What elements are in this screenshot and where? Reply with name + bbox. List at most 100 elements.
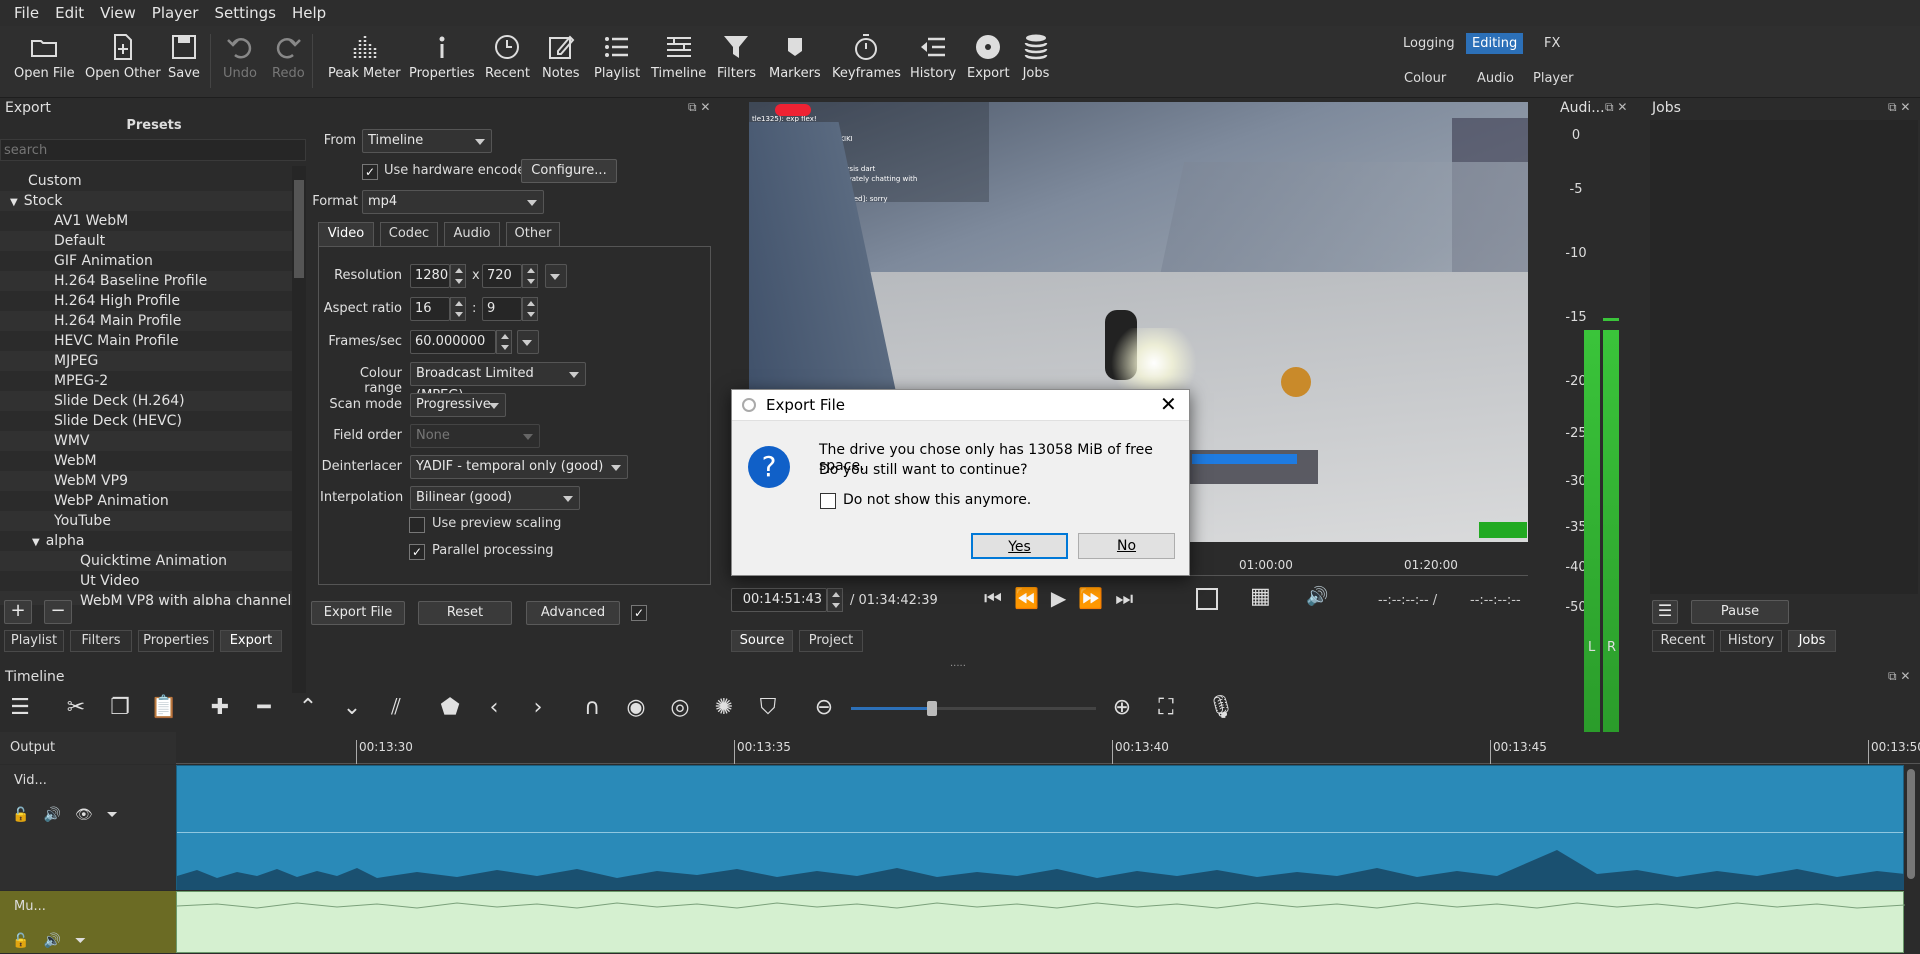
record-audio-icon[interactable]: 🎙 (1207, 694, 1235, 722)
preset-item[interactable]: H.264 Main Profile (0, 311, 292, 331)
marker-icon[interactable]: ⬟ (436, 694, 464, 722)
timecode-input[interactable]: 00:14:51:43 (731, 588, 827, 612)
from-select[interactable]: Timeline (362, 129, 492, 153)
preset-item[interactable]: Slide Deck (H.264) (0, 391, 292, 411)
add-preset-button[interactable]: + (4, 600, 32, 624)
lock-icon[interactable]: 🔓 (12, 933, 43, 949)
preset-item[interactable]: WebM VP9 (0, 471, 292, 491)
skip-previous-icon[interactable]: ⏮ (984, 586, 1014, 610)
fps-spinner[interactable] (496, 330, 512, 354)
jobs-button[interactable]: Jobs (1021, 32, 1051, 81)
reset-button[interactable]: Reset (418, 601, 512, 625)
do-not-show-checkbox[interactable] (820, 493, 836, 509)
tab-audio[interactable]: Audio (444, 222, 500, 246)
tab-recent[interactable]: Recent (1652, 630, 1714, 652)
lift-icon[interactable]: ⌃ (294, 694, 322, 722)
zoom-out-icon[interactable]: ⊖ (810, 694, 838, 722)
menu-player[interactable]: Player (144, 4, 207, 22)
skip-next-icon[interactable]: ⏭ (1115, 586, 1145, 610)
grid-icon[interactable]: ▦ (1250, 584, 1271, 609)
ripple-all-icon[interactable]: ✺ (710, 694, 738, 722)
video-clip[interactable] (176, 765, 1905, 890)
tab-other[interactable]: Other (506, 222, 560, 246)
no-button[interactable]: No (1078, 533, 1175, 559)
advanced-checkbox[interactable]: ✓ (631, 605, 647, 621)
fps-preset-dropdown[interactable] (517, 330, 539, 354)
deinterlacer-select[interactable]: YADIF - temporal only (good) (410, 455, 628, 479)
preset-item[interactable]: Default (0, 231, 292, 251)
preset-item[interactable]: Custom (0, 171, 292, 191)
cut-icon[interactable]: ✂ (62, 694, 90, 722)
zoom-slider[interactable] (851, 701, 1096, 716)
preset-item[interactable]: GIF Animation (0, 251, 292, 271)
track-name[interactable]: Vid... (14, 773, 47, 788)
menu-help[interactable]: Help (284, 4, 334, 22)
remove-preset-button[interactable]: − (44, 600, 72, 624)
copy-icon[interactable]: ❐ (106, 694, 134, 722)
filter-icon[interactable]: ⏷ (107, 807, 132, 823)
filters-button[interactable]: Filters (717, 32, 756, 81)
rewind-icon[interactable]: ⏪ (1014, 586, 1051, 610)
preset-item[interactable]: WebP Animation (0, 491, 292, 511)
peak-meter-button[interactable]: Peak Meter (328, 32, 401, 81)
resolution-width-input[interactable]: 1280 (410, 264, 450, 288)
pause-button[interactable]: Pause (1691, 600, 1789, 624)
eye-icon[interactable]: 👁 (75, 807, 107, 823)
aspect-width-spinner[interactable] (450, 297, 466, 321)
ripple-markers-icon[interactable]: ⛉ (754, 694, 782, 722)
open-file-button[interactable]: Open File (14, 32, 75, 81)
mute-icon[interactable]: 🔊 (43, 933, 74, 949)
preset-item[interactable]: WebM (0, 451, 292, 471)
layout-editing[interactable]: Editing (1466, 33, 1524, 54)
close-icon[interactable]: ✕ (1160, 392, 1177, 416)
lock-icon[interactable]: 🔓 (12, 807, 43, 823)
fast-forward-icon[interactable]: ⏩ (1078, 586, 1115, 610)
menu-file[interactable]: File (6, 4, 47, 22)
undo-button[interactable]: Undo (223, 32, 257, 81)
open-other-button[interactable]: Open Other (85, 32, 161, 81)
history-button[interactable]: History (910, 32, 956, 81)
scan-mode-select[interactable]: Progressive (410, 393, 506, 417)
playlist-button[interactable]: Playlist (594, 32, 640, 81)
play-icon[interactable]: ▶ (1051, 586, 1078, 610)
save-button[interactable]: Save (168, 32, 200, 81)
layout-fx[interactable]: FX (1538, 33, 1566, 54)
volume-icon[interactable]: 🔊 (1306, 586, 1328, 607)
tab-properties[interactable]: Properties (138, 630, 214, 652)
aspect-height-input[interactable]: 9 (482, 297, 522, 321)
jobs-list[interactable] (1650, 120, 1918, 594)
dock-float-close-icons[interactable]: ⧉ ✕ (1888, 669, 1910, 684)
paste-icon[interactable]: 📋 (150, 694, 178, 722)
track-name[interactable]: Mu... (14, 899, 46, 914)
timecode-spinner[interactable] (827, 588, 843, 612)
splitter-handle[interactable]: ..... (950, 658, 966, 669)
notes-button[interactable]: Notes (542, 32, 580, 81)
preset-item[interactable]: H.264 High Profile (0, 291, 292, 311)
menu-edit[interactable]: Edit (47, 4, 92, 22)
split-icon[interactable]: ⫽ (382, 694, 410, 722)
aspect-width-input[interactable]: 16 (410, 297, 450, 321)
remove-icon[interactable]: ━ (250, 694, 278, 722)
tab-export[interactable]: Export (220, 630, 282, 652)
preset-item[interactable]: H.264 Baseline Profile (0, 271, 292, 291)
tab-filters[interactable]: Filters (70, 630, 132, 652)
preset-item[interactable]: Quicktime Animation (0, 551, 292, 571)
scrollbar-thumb[interactable] (1907, 769, 1915, 879)
format-select[interactable]: mp4 (362, 190, 544, 214)
interpolation-select[interactable]: Bilinear (good) (410, 486, 580, 510)
zoom-in-icon[interactable]: ⊕ (1108, 694, 1136, 722)
preset-search-input[interactable] (0, 139, 306, 161)
tab-history[interactable]: History (1720, 630, 1782, 652)
preset-item[interactable]: YouTube (0, 511, 292, 531)
ripple-icon[interactable]: ◎ (666, 694, 694, 722)
field-order-select[interactable]: None (410, 424, 540, 448)
timeline-scrollbar[interactable] (1904, 765, 1918, 890)
preset-scrollbar[interactable] (292, 166, 306, 693)
dock-float-close-icons[interactable]: ⧉ ✕ (688, 100, 710, 115)
preset-item[interactable]: AV1 WebM (0, 211, 292, 231)
preset-group[interactable]: ▼ alpha (0, 531, 292, 551)
timeline-button[interactable]: Timeline (651, 32, 706, 81)
export-button[interactable]: Export (967, 32, 1010, 81)
tab-playlist[interactable]: Playlist (4, 630, 64, 652)
scrollbar-thumb[interactable] (294, 180, 304, 278)
